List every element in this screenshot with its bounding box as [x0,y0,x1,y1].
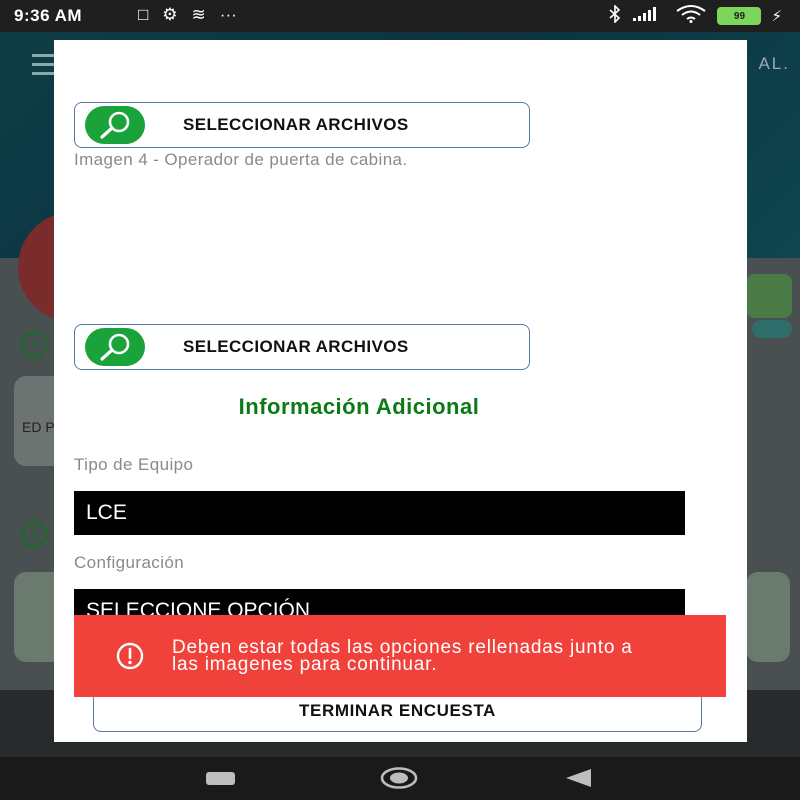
status-right-icons: 99 ⚡ [609,4,782,27]
status-time: 9:36 AM [14,6,83,25]
back-button[interactable] [566,769,591,787]
select-files-button-1[interactable]: SELECCIONAR ARCHIVOS [74,102,530,148]
configuration-label: Configuración [74,553,185,572]
status-bar: 9:36 AM □ ⚙ ≋ ··· 99 ⚡ [0,0,800,32]
error-message: Deben estar todas las opciones rellenada… [172,637,633,675]
charging-icon: ⚡ [771,8,782,25]
background-button [746,274,792,318]
home-button[interactable] [380,767,418,789]
wifi-icon [675,5,707,27]
error-circle-icon [110,641,150,671]
more-notifications-icon: ··· [219,5,237,24]
search-icon [85,106,145,144]
status-left-icons: □ ⚙ ≋ ··· [138,5,237,25]
battery-icon: 99 [717,7,762,25]
error-toast: Deben estar todas las opciones rellenada… [74,615,726,697]
bluetooth-icon [609,4,621,27]
background-logo: AL. [758,54,790,73]
search-icon [85,328,145,366]
select-files-label: SELECCIONAR ARCHIVOS [183,337,409,356]
signal-icon [631,6,665,26]
select-files-button-2[interactable]: SELECCIONAR ARCHIVOS [74,324,530,370]
background-toggle [752,320,792,338]
recent-apps-button[interactable] [206,772,235,785]
background-card [746,572,790,662]
settings-icon: ⚙ [162,5,178,24]
select-files-label: SELECCIONAR ARCHIVOS [183,115,409,134]
section-title: Información Adicional [238,394,480,419]
equipment-type-label: Tipo de Equipo [74,455,194,474]
gear-icon: ⚙ [14,511,54,560]
navigation-bar [0,757,800,800]
equipment-type-value: LCE [86,501,127,524]
equipment-type-field[interactable]: LCE [74,491,685,535]
background-card-label: ED P [22,419,55,435]
image-caption: Imagen 4 - Operador de puerta de cabina. [74,150,408,169]
data-icon: ≋ [191,5,206,24]
gear-icon: ⚙ [14,321,54,370]
screenshot-icon: □ [138,5,149,24]
